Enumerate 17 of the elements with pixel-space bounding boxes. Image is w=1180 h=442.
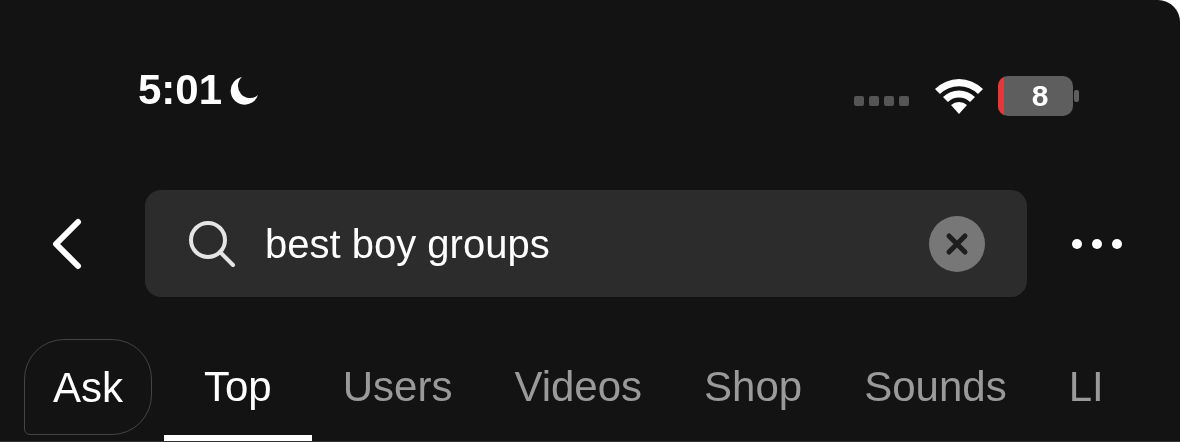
tab[interactable]: Sounds xyxy=(833,337,1038,441)
ask-button[interactable]: Ask xyxy=(24,339,152,435)
wifi-icon xyxy=(934,76,984,114)
tab[interactable]: Top xyxy=(164,337,312,441)
moon-icon xyxy=(228,75,261,107)
search-field[interactable]: best boy groups xyxy=(145,190,1027,297)
status-time: 5:01 xyxy=(138,65,223,115)
tab[interactable]: Users xyxy=(311,337,484,441)
search-input[interactable]: best boy groups xyxy=(265,213,929,274)
clear-icon[interactable] xyxy=(929,215,985,272)
tab[interactable]: Shop xyxy=(673,337,834,441)
search-icon xyxy=(187,218,237,269)
tab[interactable]: LI xyxy=(1037,337,1135,441)
battery-icon xyxy=(998,76,1080,116)
tab[interactable]: Videos xyxy=(483,337,674,441)
battery-level: 8 xyxy=(1030,78,1050,114)
more-icon[interactable] xyxy=(1071,237,1123,250)
